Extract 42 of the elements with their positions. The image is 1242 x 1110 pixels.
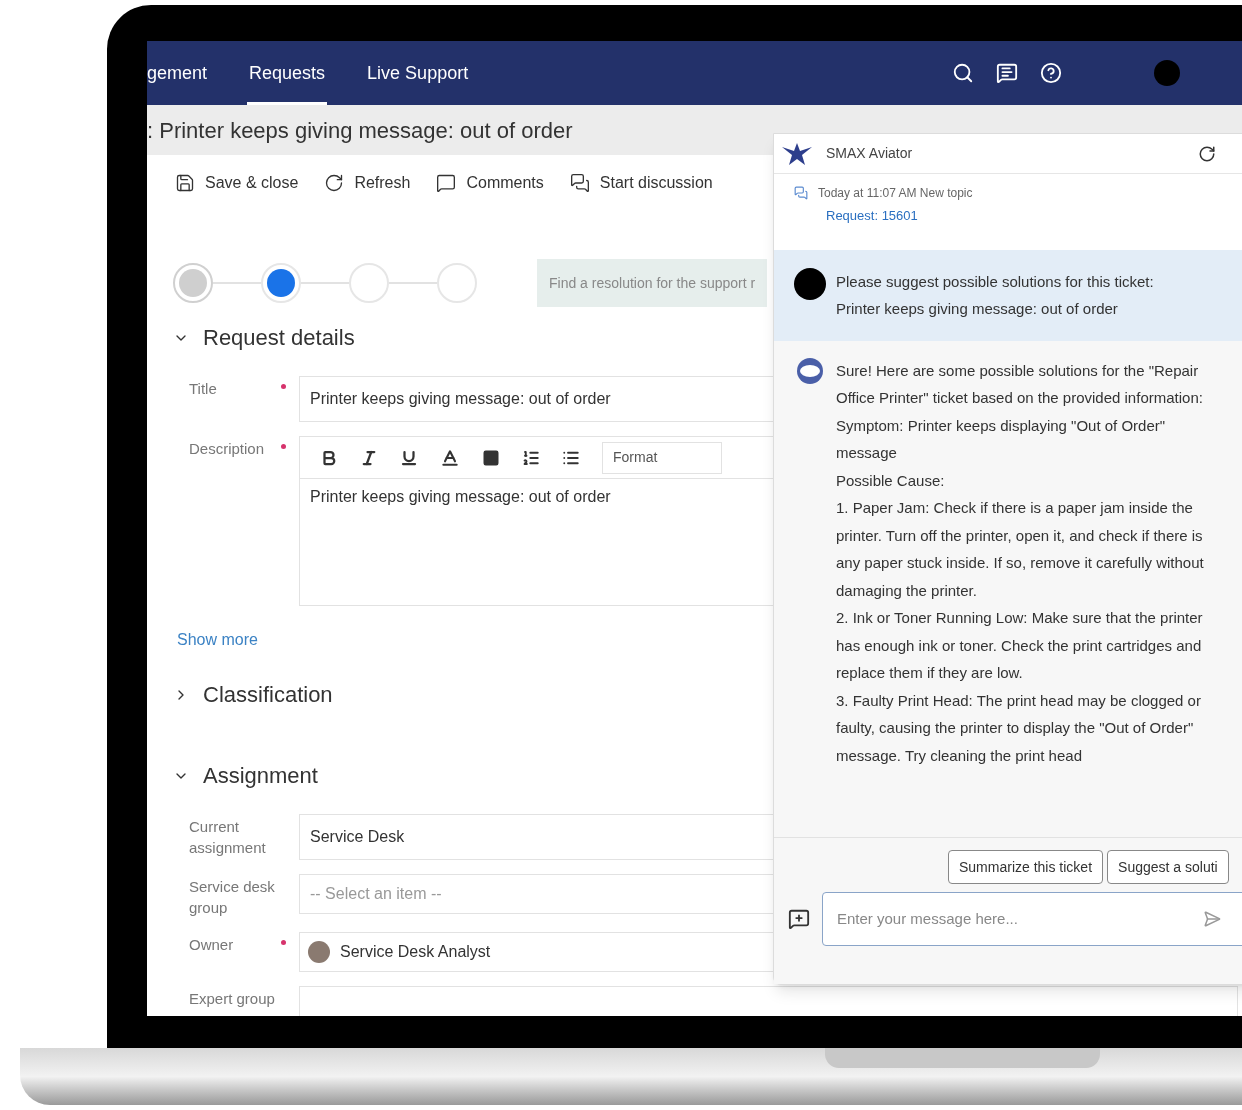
numbered-list-icon[interactable]	[522, 448, 540, 467]
send-icon[interactable]	[1203, 910, 1221, 928]
field-label: Current assignment	[188, 817, 267, 858]
refresh-icon[interactable]	[1198, 144, 1216, 163]
nav-tab[interactable]: Live Support	[365, 41, 471, 105]
section-header[interactable]: Request details	[147, 321, 1238, 354]
user-avatar	[794, 267, 826, 300]
field-label: Expert group	[188, 989, 276, 1009]
underline-icon[interactable]	[400, 448, 418, 467]
discussion-icon	[569, 173, 590, 193]
field-label: Description	[188, 439, 266, 459]
format-dropdown[interactable]: Format	[602, 441, 722, 474]
message-input[interactable]: Enter your message here...	[822, 892, 1242, 946]
highlight-icon[interactable]	[482, 448, 500, 467]
topic-icon	[794, 186, 808, 200]
comments-icon	[436, 173, 457, 193]
description-text: Printer keeps giving message: out of order	[310, 488, 611, 505]
nav-tab[interactable]: gement	[147, 41, 210, 105]
suggestion-chip[interactable]: Summarize this ticket	[948, 850, 1104, 884]
toolbar-button[interactable]: Refresh	[324, 171, 411, 195]
search-icon[interactable]	[952, 62, 974, 84]
suggestion-chip[interactable]: Suggest a soluti	[1107, 850, 1229, 884]
toolbar-button[interactable]: Start discussion	[569, 171, 713, 195]
request-link[interactable]: Request: 15601	[794, 206, 1242, 226]
refresh-icon	[324, 173, 345, 193]
hint-bubble: Find a resolution for the support r	[537, 259, 768, 307]
message-text: Please suggest possible solutions for this ticket: Printer keeps giving message: out of order	[836, 271, 1155, 319]
avatar-placeholder	[308, 941, 330, 963]
field-label: Title	[188, 379, 218, 399]
bold-icon[interactable]	[320, 448, 338, 467]
font-color-icon[interactable]	[440, 447, 460, 468]
star-logo-icon	[782, 142, 812, 165]
italic-icon[interactable]	[360, 448, 378, 467]
chat-icon[interactable]	[996, 62, 1018, 84]
topic-timestamp: Today at 11:07 AM New topic	[818, 185, 973, 202]
new-topic-icon[interactable]	[788, 908, 810, 930]
toolbar-button[interactable]: Comments	[436, 171, 544, 195]
help-icon[interactable]	[1040, 62, 1062, 84]
field-label: Owner	[188, 935, 235, 955]
save-icon	[175, 173, 195, 193]
field-label: Service desk group	[188, 877, 276, 918]
toolbar-button[interactable]: Save & close	[175, 171, 299, 195]
